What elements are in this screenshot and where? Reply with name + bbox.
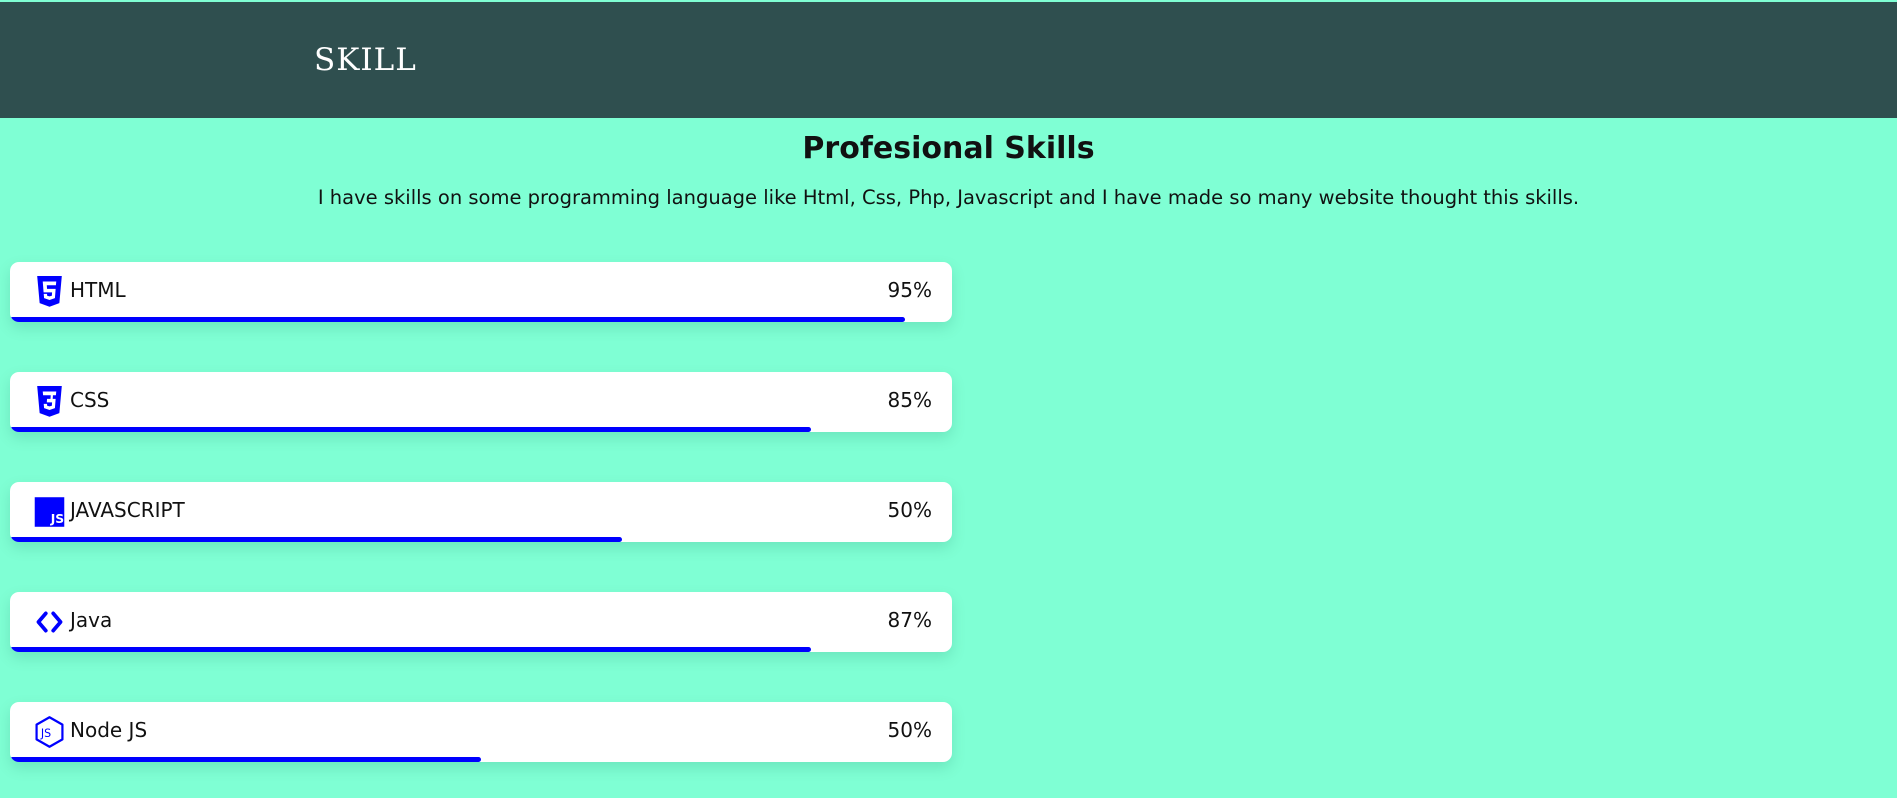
css3-icon: [34, 386, 65, 418]
html5-icon: [34, 276, 65, 308]
skill-percent: 87%: [887, 608, 932, 632]
code-brackets-icon: [34, 606, 65, 638]
skill-name: CSS: [70, 388, 110, 412]
skill-progress-bar: [10, 647, 811, 652]
skills-description: I have skills on some programming langua…: [317, 186, 1580, 209]
page-title: Profesional Skills: [802, 131, 1095, 166]
skill-progress-bar: [10, 537, 623, 542]
skill-percent: 50%: [887, 498, 932, 522]
skill-progress-bar: [10, 427, 811, 432]
skill-card-css: CSS 85%: [10, 372, 952, 432]
javascript-icon: JS: [34, 496, 65, 528]
skill-card-html: HTML 95%: [10, 262, 952, 322]
site-header: SKILL: [0, 2, 1897, 118]
skill-card-nodejs: JS Node JS 50%: [10, 702, 952, 762]
skill-percent: 95%: [887, 278, 932, 302]
svg-text:JS: JS: [40, 727, 51, 740]
skill-name: HTML: [70, 278, 126, 302]
skill-name: Java: [70, 608, 113, 632]
skill-progress-bar: [10, 757, 481, 762]
svg-text:JS: JS: [50, 512, 64, 526]
skill-progress-bar: [10, 317, 905, 322]
skill-percent: 50%: [887, 718, 932, 742]
skill-card-java: Java 87%: [10, 592, 952, 652]
skill-name: Node JS: [70, 718, 148, 742]
nodejs-icon: JS: [34, 716, 65, 748]
skill-name: JAVASCRIPT: [70, 498, 185, 522]
skill-card-javascript: JS JAVASCRIPT 50%: [10, 482, 952, 542]
brand-title[interactable]: SKILL: [314, 42, 417, 78]
skill-percent: 85%: [887, 388, 932, 412]
